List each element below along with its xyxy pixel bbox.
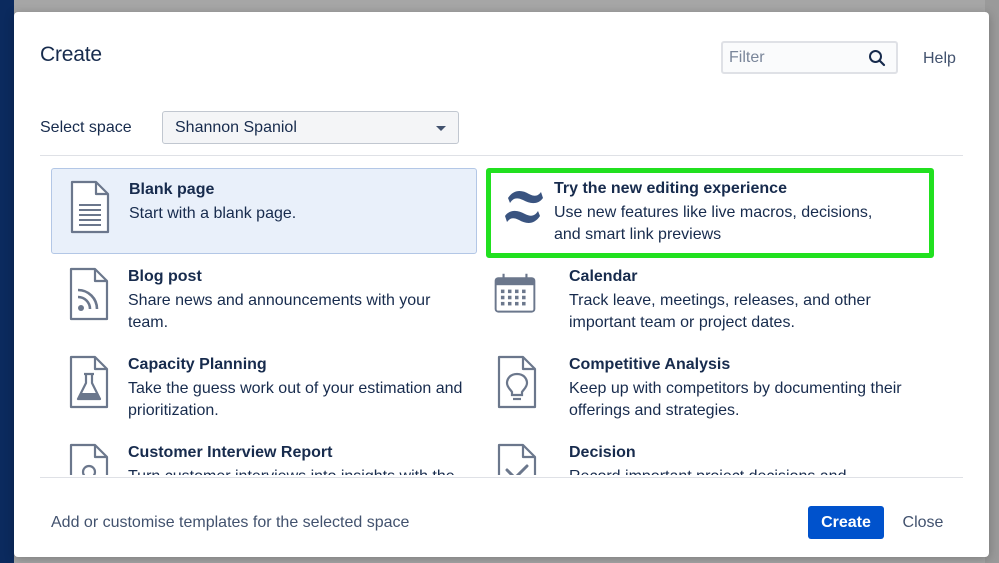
template-description: Keep up with competitors by documenting … xyxy=(569,380,902,419)
blog-post-icon xyxy=(69,267,109,321)
template-name: Capacity Planning xyxy=(128,356,267,373)
template-new-editing-experience[interactable]: Try the new editing experience Use new f… xyxy=(486,168,934,258)
help-link[interactable]: Help xyxy=(923,50,956,68)
close-button[interactable]: Close xyxy=(895,506,951,539)
template-customer-interview-report[interactable]: Customer Interview Report Turn customer … xyxy=(51,432,477,475)
template-name: Customer Interview Report xyxy=(128,444,333,461)
template-calendar[interactable]: Calendar Track leave, meetings, releases… xyxy=(477,256,903,342)
filter-field[interactable] xyxy=(721,41,898,74)
template-description: Track leave, meetings, releases, and oth… xyxy=(569,292,871,331)
template-name: Competitive Analysis xyxy=(569,356,731,373)
template-blank-page[interactable]: Blank page Start with a blank page. xyxy=(51,168,477,254)
select-space-label: Select space xyxy=(40,119,132,136)
footer-divider xyxy=(40,477,963,478)
customise-templates-link[interactable]: Add or customise templates for the selec… xyxy=(51,514,409,532)
calendar-icon xyxy=(494,273,536,313)
template-grid: Blank page Start with a blank page. Try … xyxy=(40,157,963,475)
template-description: Take the guess work out of your estimati… xyxy=(128,380,463,419)
template-decision[interactable]: Decision Record important project decisi… xyxy=(477,432,903,475)
template-name: Calendar xyxy=(569,268,638,285)
create-dialog: Create Help Select space Shannon Spaniol… xyxy=(14,12,989,557)
template-description: Turn customer interviews into insights w… xyxy=(128,466,473,475)
template-description: Start with a blank page. xyxy=(129,205,297,222)
page-backdrop-left xyxy=(0,0,14,563)
filter-input[interactable] xyxy=(729,48,859,68)
search-icon[interactable] xyxy=(868,49,886,67)
template-blog-post[interactable]: Blog post Share news and announcements w… xyxy=(51,256,477,342)
blank-page-icon xyxy=(70,180,110,234)
lightbulb-icon xyxy=(497,355,537,409)
customer-interview-icon xyxy=(69,443,109,475)
template-name: Decision xyxy=(569,444,636,461)
template-name: Blog post xyxy=(128,268,202,285)
dialog-title: Create xyxy=(40,43,102,66)
confluence-logo-icon xyxy=(505,191,543,223)
template-capacity-planning[interactable]: Capacity Planning Take the guess work ou… xyxy=(51,344,477,430)
header-divider xyxy=(40,155,963,156)
template-competitive-analysis[interactable]: Competitive Analysis Keep up with compet… xyxy=(477,344,903,430)
flask-icon xyxy=(69,355,109,409)
template-description: Share news and announcements with your t… xyxy=(128,292,431,331)
template-description: Record important project decisions and xyxy=(569,466,914,475)
decision-icon xyxy=(497,443,537,475)
template-description: Use new features like live macros, decis… xyxy=(554,204,873,243)
space-select[interactable]: Shannon Spaniol xyxy=(162,111,459,144)
create-button[interactable]: Create xyxy=(808,506,884,539)
selected-space-value: Shannon Spaniol xyxy=(175,119,297,136)
template-name: Try the new editing experience xyxy=(554,180,787,197)
template-name: Blank page xyxy=(129,181,215,198)
chevron-down-icon xyxy=(436,126,446,131)
